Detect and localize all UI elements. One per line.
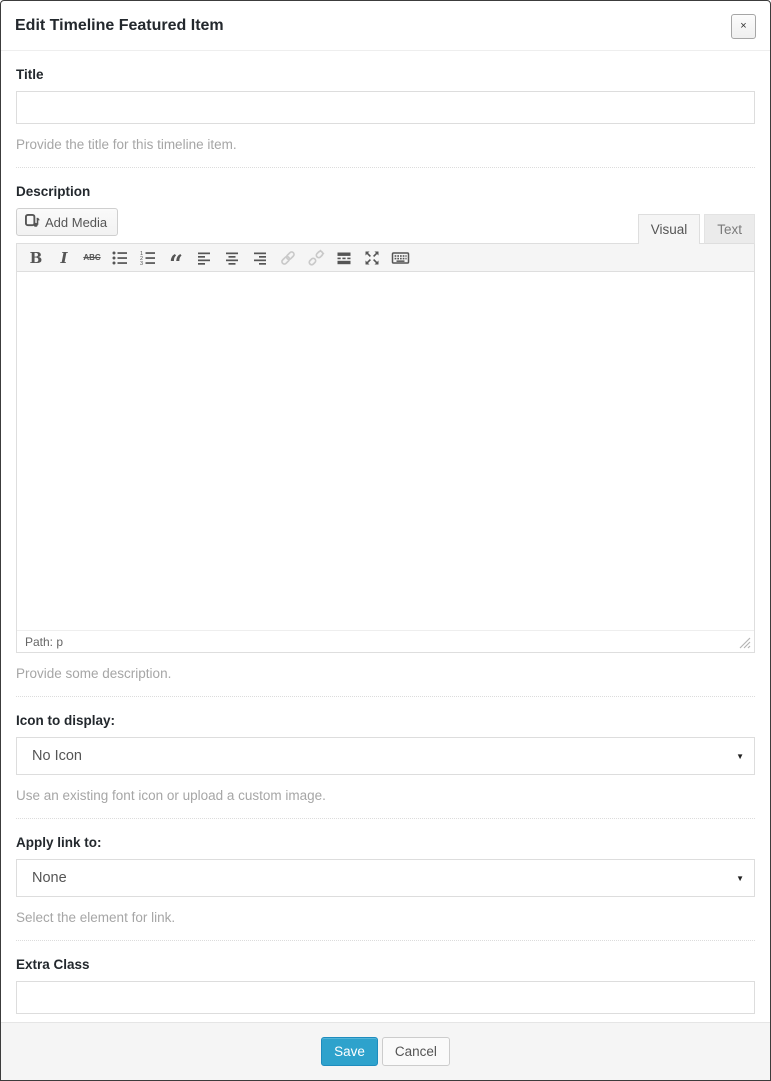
editor-path-status: Path: p xyxy=(25,635,63,649)
save-button[interactable]: Save xyxy=(321,1037,378,1066)
toolbar-toggle-icon[interactable] xyxy=(387,247,413,269)
modal-title: Edit Timeline Featured Item xyxy=(15,17,224,35)
blockquote-icon[interactable]: “ xyxy=(163,247,189,269)
section-divider xyxy=(16,818,755,819)
align-left-icon[interactable] xyxy=(191,247,217,269)
close-button[interactable]: × xyxy=(731,14,756,39)
title-help: Provide the title for this timeline item… xyxy=(16,137,755,152)
more-tag-icon[interactable] xyxy=(331,247,357,269)
link-select-value: None xyxy=(32,870,67,886)
description-help: Provide some description. xyxy=(16,666,755,681)
description-editor: B I ABC 1 2 3 xyxy=(16,243,755,653)
align-right-icon[interactable] xyxy=(247,247,273,269)
link-label: Apply link to: xyxy=(16,835,755,850)
strikethrough-icon[interactable]: ABC xyxy=(79,247,105,269)
edit-timeline-featured-item-modal: Edit Timeline Featured Item × Title Prov… xyxy=(0,0,771,1081)
modal-body: Title Provide the title for this timelin… xyxy=(1,51,770,1022)
media-note-icon xyxy=(25,213,40,231)
italic-icon[interactable]: I xyxy=(51,247,77,269)
add-media-label: Add Media xyxy=(45,215,107,230)
icon-select-value: No Icon xyxy=(32,748,82,764)
bold-icon[interactable]: B xyxy=(23,247,49,269)
bullet-list-icon[interactable] xyxy=(107,247,133,269)
tab-visual[interactable]: Visual xyxy=(638,214,701,244)
editor-toolbar: B I ABC 1 2 3 xyxy=(17,244,754,272)
section-divider xyxy=(16,696,755,697)
chevron-down-icon: ▼ xyxy=(736,752,744,761)
add-media-button[interactable]: Add Media xyxy=(16,208,118,236)
title-label: Title xyxy=(16,67,755,82)
link-help: Select the element for link. xyxy=(16,910,755,925)
media-tab-row: Add Media Visual Text xyxy=(16,208,755,243)
close-icon: × xyxy=(740,20,746,32)
editor-content-area[interactable] xyxy=(17,272,754,630)
extra-class-input[interactable] xyxy=(16,981,755,1014)
align-center-icon[interactable] xyxy=(219,247,245,269)
icon-label: Icon to display: xyxy=(16,713,755,728)
numbered-list-icon[interactable]: 1 2 3 xyxy=(135,247,161,269)
extra-class-label: Extra Class xyxy=(16,957,755,972)
cancel-button[interactable]: Cancel xyxy=(382,1037,450,1066)
svg-text:3: 3 xyxy=(140,261,143,267)
link-icon[interactable] xyxy=(275,247,301,269)
icon-help: Use an existing font icon or upload a cu… xyxy=(16,788,755,803)
editor-status-bar: Path: p xyxy=(17,630,754,652)
section-divider xyxy=(16,167,755,168)
modal-header: Edit Timeline Featured Item × xyxy=(1,1,770,51)
link-select[interactable]: None ▼ xyxy=(16,859,755,897)
editor-tabs: Visual Text xyxy=(634,214,755,244)
title-input[interactable] xyxy=(16,91,755,124)
chevron-down-icon: ▼ xyxy=(736,874,744,883)
section-divider xyxy=(16,940,755,941)
fullscreen-icon[interactable] xyxy=(359,247,385,269)
description-label: Description xyxy=(16,184,755,199)
modal-footer: Save Cancel xyxy=(1,1022,770,1080)
unlink-icon[interactable] xyxy=(303,247,329,269)
icon-select[interactable]: No Icon ▼ xyxy=(16,737,755,775)
editor-resize-handle[interactable] xyxy=(739,636,751,654)
tab-text[interactable]: Text xyxy=(704,214,755,244)
